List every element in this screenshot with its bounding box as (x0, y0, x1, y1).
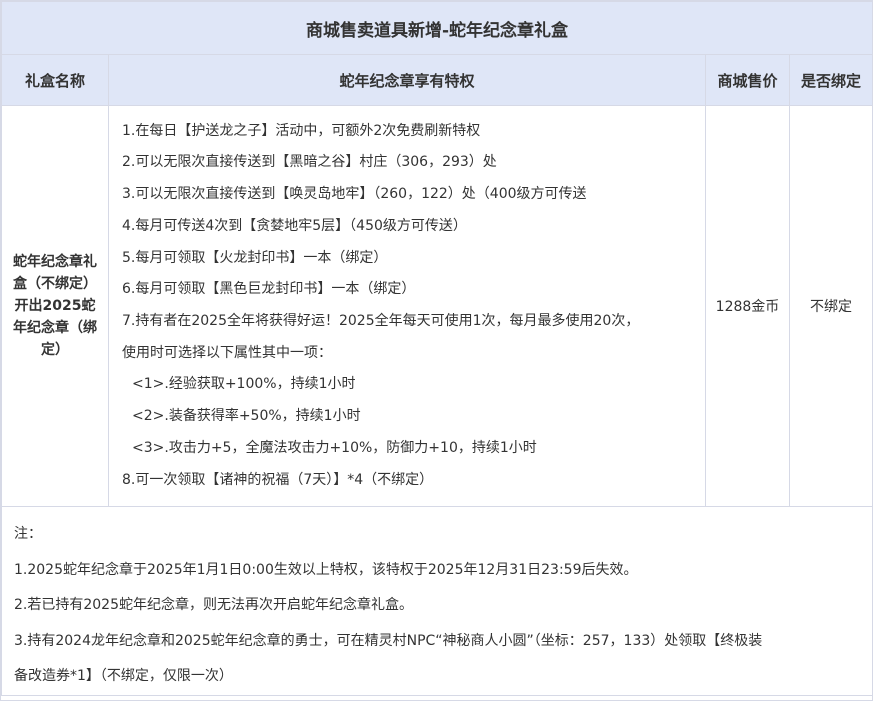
table-title: 商城售卖道具新增-蛇年纪念章礼盒 (1, 1, 873, 55)
header-privileges: 蛇年纪念章享有特权 (108, 54, 706, 106)
privilege-item: 8.可一次领取【诸神的祝福（7天）】*4（不绑定） (122, 471, 434, 488)
note-item: 3.持有2024龙年纪念章和2025蛇年纪念章的勇士，可在精灵村NPC“神秘商人… (14, 632, 763, 649)
note-item: 1.2025蛇年纪念章于2025年1月1日0:00生效以上特权，该特权于2025… (14, 561, 638, 578)
privilege-subitem: <2>.装备获得率+50%，持续1小时 (132, 408, 361, 425)
bind-status-cell: 不绑定 (789, 105, 873, 507)
notes-row: 注： 1.2025蛇年纪念章于2025年1月1日0:00生效以上特权，该特权于2… (1, 506, 873, 696)
privileges-cell: 1.在每日【护送龙之子】活动中，可额外2次免费刷新特权 2.可以无限次直接传送到… (108, 105, 706, 507)
privilege-item: 使用时可选择以下属性其中一项： (122, 344, 332, 361)
table-row: 蛇年纪念章礼盒（不绑定）开出2025蛇年纪念章（绑定） 1.在每日【护送龙之子】… (1, 105, 873, 507)
privilege-subitem: <3>.攻击力+5，全魔法攻击力+10%，防御力+10，持续1小时 (132, 439, 537, 456)
privilege-item: 2.可以无限次直接传送到【黑暗之谷】村庄（306，293）处 (122, 154, 497, 171)
header-row: 礼盒名称 蛇年纪念章享有特权 商城售价 是否绑定 (1, 54, 873, 106)
note-item-continued: 备改造券*1】（不绑定，仅限一次） (14, 668, 233, 684)
title-row: 商城售卖道具新增-蛇年纪念章礼盒 (1, 1, 873, 55)
header-bind: 是否绑定 (789, 54, 873, 106)
notes-cell: 注： 1.2025蛇年纪念章于2025年1月1日0:00生效以上特权，该特权于2… (1, 506, 873, 696)
privilege-item: 4.每月可传送4次到【贪婪地牢5层】（450级方可传送） (122, 217, 467, 234)
privilege-item: 3.可以无限次直接传送到【唤灵岛地牢】（260，122）处（400级方可传送 (122, 186, 587, 203)
note-item: 2.若已持有2025蛇年纪念章，则无法再次开启蛇年纪念章礼盒。 (14, 597, 413, 613)
gift-name-cell: 蛇年纪念章礼盒（不绑定）开出2025蛇年纪念章（绑定） (1, 105, 109, 507)
shop-item-table: 商城售卖道具新增-蛇年纪念章礼盒 礼盒名称 蛇年纪念章享有特权 商城售价 是否绑… (1, 1, 873, 696)
header-gift-name: 礼盒名称 (1, 54, 109, 106)
privilege-item: 7.持有者在2025全年将获得好运！2025全年每天可使用1次，每月最多使用20… (122, 313, 640, 329)
privilege-item: 1.在每日【护送龙之子】活动中，可额外2次免费刷新特权 (122, 122, 481, 139)
privilege-item: 5.每月可领取【火龙封印书】一本（绑定） (122, 249, 388, 266)
notes-heading: 注： (14, 526, 42, 542)
privilege-subitem: <1>.经验获取+100%，持续1小时 (132, 376, 356, 393)
privilege-item: 6.每月可领取【黑色巨龙封印书】一本（绑定） (122, 281, 416, 298)
price-cell: 1288金币 (705, 105, 790, 507)
announcement-table-container: 商城售卖道具新增-蛇年纪念章礼盒 礼盒名称 蛇年纪念章享有特权 商城售价 是否绑… (0, 0, 873, 701)
header-price: 商城售价 (705, 54, 790, 106)
